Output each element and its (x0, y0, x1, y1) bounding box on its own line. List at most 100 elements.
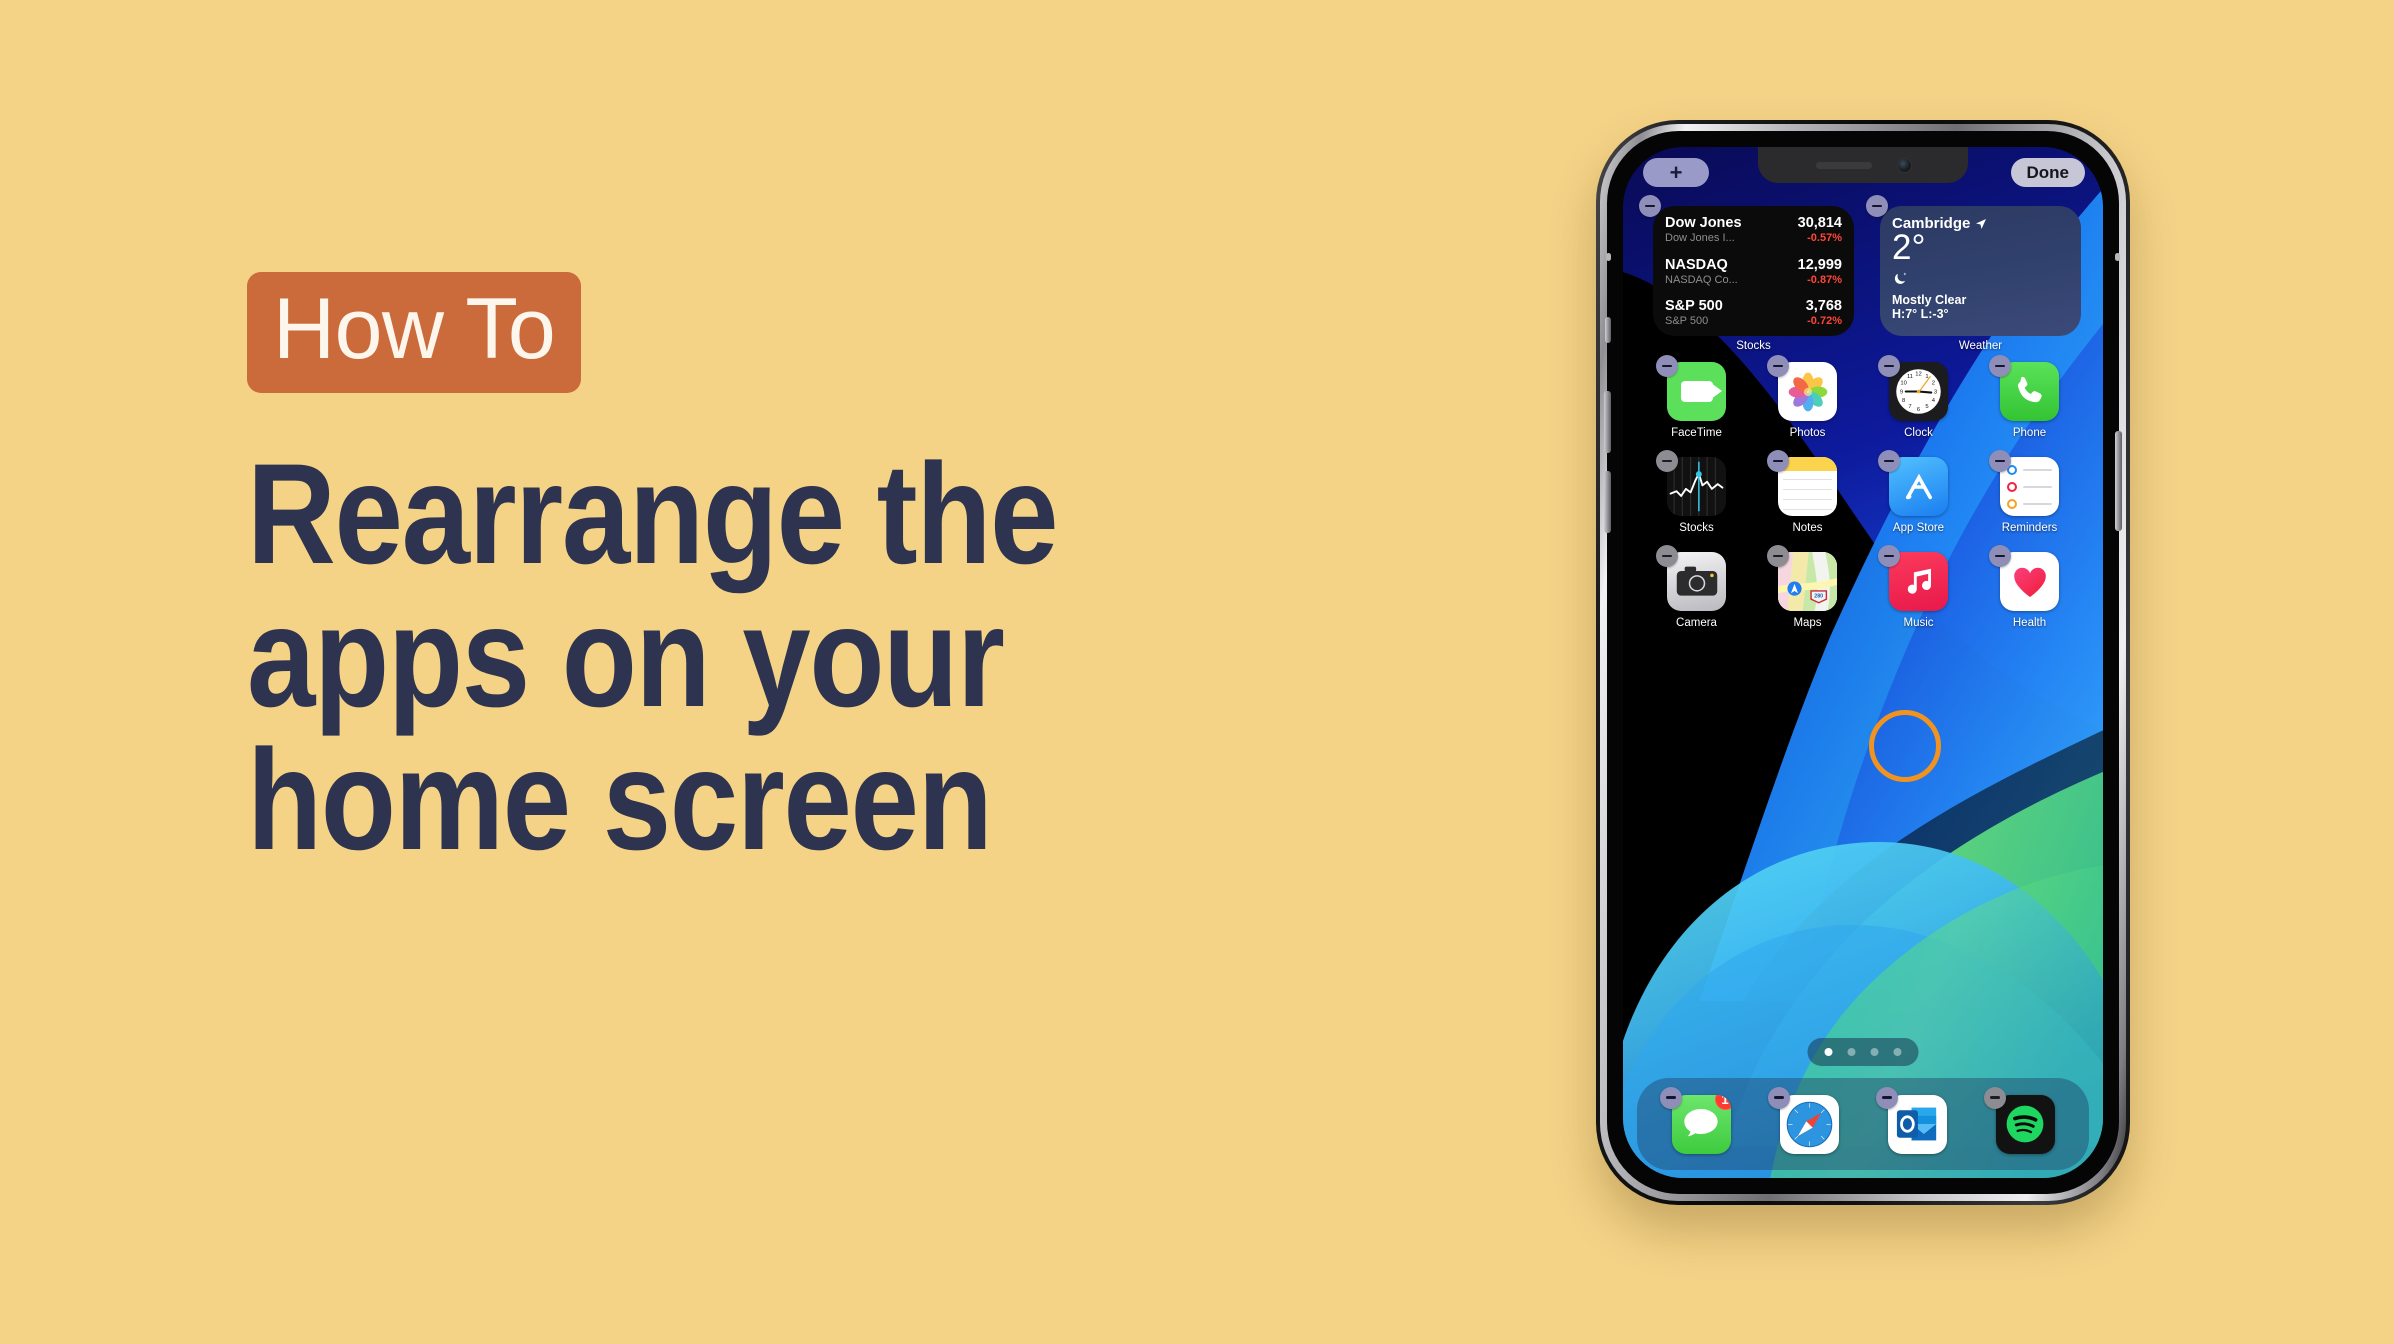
app-cell-camera[interactable]: Camera (1641, 545, 1752, 647)
remove-app-reminders-icon[interactable] (1988, 450, 2011, 472)
app-row: Stocks Notes App Store Reminders (1641, 450, 2085, 552)
side-power-button[interactable] (2115, 431, 2122, 531)
app-label: Maps (1793, 617, 1822, 629)
reminders-item (2007, 498, 2052, 509)
app-cell-maps[interactable]: 280 Maps (1752, 545, 1863, 647)
stocks-ticker-desc: Dow Jones I... (1665, 232, 1735, 244)
stocks-row: S&P 500 3,768 S&P 500 -0.72% (1665, 298, 1842, 327)
app-cell-stocks[interactable]: Stocks (1641, 450, 1752, 552)
app-cell-reminders[interactable]: Reminders (1974, 450, 2085, 552)
svg-text:9: 9 (1900, 390, 1903, 396)
location-arrow-icon (1976, 218, 1987, 229)
stocks-ticker-desc: S&P 500 (1665, 315, 1709, 327)
dock-cell-safari[interactable] (1768, 1086, 1839, 1154)
reminders-line (2023, 502, 2052, 505)
phone-inner-bezel: + Done Dow Jones 30,814 Dow Jones I... -… (1604, 131, 2122, 1194)
page-dot[interactable] (1847, 1048, 1856, 1056)
dock-cell-spotify[interactable] (1984, 1086, 2055, 1154)
svg-text:11: 11 (1907, 374, 1913, 380)
app-cell-health[interactable]: Health (1974, 545, 2085, 647)
phone-outer-frame: + Done Dow Jones 30,814 Dow Jones I... -… (1596, 120, 2130, 1205)
stocks-ticker-name: Dow Jones (1665, 215, 1742, 231)
app-cell-app-store[interactable]: App Store (1863, 450, 1974, 552)
remove-app-music-icon[interactable] (1877, 545, 1900, 567)
notes-rule (1783, 499, 1832, 501)
remove-app-photos-icon[interactable] (1766, 355, 1789, 377)
app-label: Phone (2012, 427, 2047, 439)
done-button[interactable]: Done (2010, 158, 2085, 187)
remove-app-notes-icon[interactable] (1766, 450, 1789, 472)
reminders-item (2007, 481, 2052, 492)
app-cell-clock[interactable]: 12 1 2 345 678 9 10 11 Clock (1863, 355, 1974, 457)
app-label: Clock (1904, 427, 1933, 439)
remove-app-app-store-icon[interactable] (1877, 450, 1900, 472)
remove-app-messages-icon[interactable] (1660, 1086, 1682, 1109)
app-cell-music[interactable]: Music (1863, 545, 1974, 647)
page-title: Rearrange the apps on your home screen (247, 435, 1059, 881)
widget-label-weather: Weather (1958, 340, 2003, 352)
stocks-ticker-change: -0.57% (1807, 232, 1842, 244)
dock-cell-messages[interactable]: 1 (1660, 1086, 1731, 1154)
app-label: Health (2012, 617, 2047, 629)
stocks-ticker-desc: NASDAQ Co... (1665, 273, 1738, 286)
reminders-line (2023, 485, 2052, 488)
stocks-widget[interactable]: Dow Jones 30,814 Dow Jones I... -0.57% N… (1653, 206, 1854, 336)
app-grid: FaceTime Photos 12 1 2 3 4 5 6 7 8 9 10 … (1641, 355, 2085, 782)
add-widget-button[interactable]: + (1643, 158, 1709, 187)
page-dot-active[interactable] (1824, 1048, 1833, 1056)
svg-text:12: 12 (1915, 372, 1921, 378)
remove-app-clock-icon[interactable] (1877, 355, 1900, 377)
phone-screen: + Done Dow Jones 30,814 Dow Jones I... -… (1623, 147, 2103, 1178)
reminders-dot-orange (2007, 498, 2017, 509)
reminders-dot-red (2007, 481, 2017, 492)
app-label: FaceTime (1671, 427, 1722, 439)
remove-widget-weather-icon[interactable] (1866, 195, 1888, 217)
stocks-row-secondary: S&P 500 -0.72% (1665, 315, 1842, 327)
app-label: Stocks (1679, 522, 1714, 534)
app-cell-facetime[interactable]: FaceTime (1641, 355, 1752, 457)
remove-app-outlook-icon[interactable] (1876, 1086, 1898, 1109)
iphone-mockup: + Done Dow Jones 30,814 Dow Jones I... -… (1596, 120, 2130, 1205)
app-cell-notes[interactable]: Notes (1752, 450, 1863, 552)
weather-high-low: H:7° L:-3° (1892, 307, 1949, 321)
stocks-row-secondary: NASDAQ Co... -0.87% (1665, 274, 1842, 286)
app-row: Camera 280 Maps Music Health (1641, 545, 2085, 647)
weather-temperature: 2° (1892, 228, 1926, 267)
widget-label-stocks: Stocks (1736, 340, 1771, 352)
svg-text:10: 10 (1900, 381, 1907, 387)
reminders-item (2007, 464, 2052, 475)
page-indicator[interactable] (1807, 1038, 1919, 1066)
left-text-column: How To Rearrange the apps on your home s… (247, 272, 1427, 872)
widget-slot-stocks: Dow Jones 30,814 Dow Jones I... -0.57% N… (1639, 195, 1854, 359)
stocks-ticker-change: -0.87% (1807, 273, 1842, 286)
remove-app-safari-icon[interactable] (1768, 1086, 1790, 1109)
volume-down-button[interactable] (1604, 471, 1611, 533)
dock-cell-outlook[interactable] (1876, 1086, 1947, 1154)
svg-text:7: 7 (1908, 404, 1911, 410)
reminders-line (2023, 468, 2052, 471)
stocks-row-primary: NASDAQ 12,999 (1665, 257, 1842, 273)
volume-up-button[interactable] (1604, 391, 1611, 453)
remove-app-stocks-icon[interactable] (1655, 450, 1678, 472)
remove-app-spotify-icon[interactable] (1984, 1086, 2006, 1109)
remove-app-maps-icon[interactable] (1766, 545, 1789, 567)
weather-widget[interactable]: Cambridge 2° Mostly Clear H:7° L:-3° (1880, 206, 2081, 336)
silent-switch[interactable] (1605, 317, 1611, 343)
remove-widget-stocks-icon[interactable] (1639, 195, 1661, 217)
app-cell-photos[interactable]: Photos (1752, 355, 1863, 457)
remove-app-phone-icon[interactable] (1988, 355, 2011, 377)
facetime-camera-glyph (1680, 381, 1722, 402)
remove-app-facetime-icon[interactable] (1655, 355, 1678, 377)
widget-row: Dow Jones 30,814 Dow Jones I... -0.57% N… (1639, 195, 2081, 359)
svg-text:3: 3 (1934, 390, 1937, 396)
page-dot[interactable] (1870, 1048, 1879, 1056)
page-dot[interactable] (1893, 1048, 1902, 1056)
remove-app-camera-icon[interactable] (1655, 545, 1678, 567)
app-cell-phone[interactable]: Phone (1974, 355, 2085, 457)
maps-shield-number: 280 (1814, 593, 1823, 599)
stocks-ticker-value: 12,999 (1797, 256, 1842, 273)
notes-rule (1783, 479, 1832, 481)
remove-app-health-icon[interactable] (1988, 545, 2011, 567)
weather-condition: Mostly Clear (1892, 293, 1967, 307)
app-label: Reminders (2001, 522, 2058, 534)
